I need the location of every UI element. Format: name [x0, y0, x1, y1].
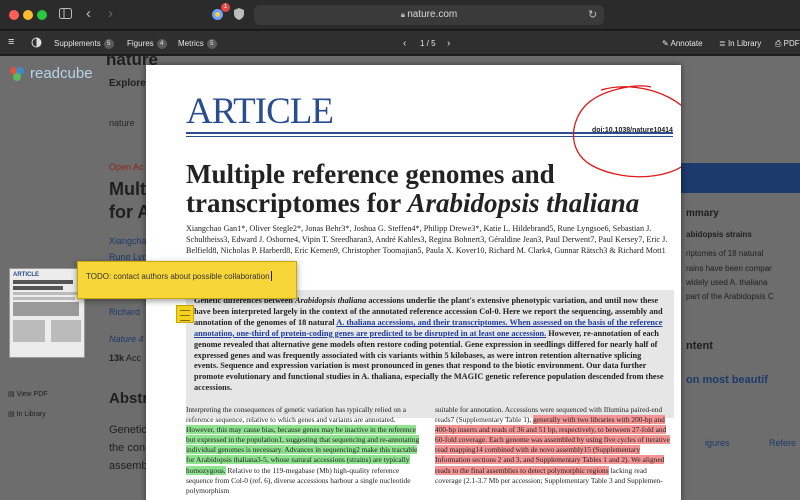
pdf-thumbnail[interactable]: ARTICLE — [9, 268, 85, 358]
bg-right-popular[interactable]: on most beautif — [686, 374, 768, 386]
readcube-logo: readcube — [9, 65, 93, 87]
document-icon: ▤ — [8, 391, 17, 398]
bg-accesses: 13k Acc — [109, 353, 141, 363]
bg-right-line-4: widely used A. thaliana — [686, 278, 768, 287]
tab-label: Metrics — [178, 39, 204, 48]
sidebar-toggle-icon[interactable] — [59, 8, 72, 22]
bg-author-1[interactable]: Xiangcha — [109, 236, 147, 246]
tab-metrics[interactable]: Metrics 5 — [178, 37, 217, 50]
browser-titlebar: ‹ › 1 🔒︎ nature.com ↻ — [0, 0, 800, 30]
in-library-label: In Library — [727, 39, 762, 48]
contrast-icon[interactable] — [31, 37, 42, 52]
thumb-line — [13, 297, 75, 300]
bg-open-access: Open Ac — [109, 162, 144, 172]
view-pdf-label: View PDF — [16, 391, 48, 398]
bg-title-2: for A — [109, 202, 151, 222]
shield-icon[interactable] — [234, 8, 244, 23]
tab-figures[interactable]: Figures 4 — [127, 37, 167, 50]
sticky-note-text[interactable]: TODO: contact authors about possible col… — [86, 272, 270, 281]
bg-breadcrumb[interactable]: nature — [109, 118, 135, 128]
bg-text-2: the con — [109, 442, 146, 454]
bg-text-3: assemb — [109, 460, 148, 472]
text-cursor — [270, 271, 272, 281]
bg-journal: Nature 4 — [109, 334, 144, 344]
thumb-line — [13, 280, 73, 284]
bg-accesses-label: Acc — [126, 353, 142, 363]
in-library-button[interactable]: ≣ In Library — [719, 37, 761, 50]
bg-accesses-count: 13k — [109, 353, 125, 363]
tab-count: 5 — [103, 39, 114, 49]
thumb-line — [13, 286, 63, 290]
bg-right-line-1: abidopsis strains — [686, 230, 752, 239]
logo-text: readcube — [30, 65, 93, 82]
menu-icon[interactable]: ≡ — [8, 36, 14, 49]
pdf-button[interactable]: ⎙ PDF — [775, 37, 800, 50]
tab-count: 5 — [206, 39, 217, 49]
prev-page-icon[interactable]: ‹ — [403, 37, 406, 50]
page-indicator: 1 / 5 — [420, 39, 436, 48]
tab-count: 4 — [156, 39, 167, 49]
download-icon: ⎙ — [775, 39, 784, 48]
bg-right-line-3: rains have been compar — [686, 264, 772, 273]
tab-label: Supplements — [54, 39, 101, 48]
tab-label: Figures — [127, 39, 154, 48]
bg-right-line-2: riptomes of 18 natural — [686, 249, 764, 258]
library-icon: ≣ — [719, 39, 728, 48]
in-library-link[interactable]: ▤ In Library — [8, 410, 46, 418]
bg-right-figures-tab[interactable]: igures — [705, 438, 730, 448]
bg-right-references-tab[interactable]: Refere — [769, 438, 796, 448]
thumb-line — [51, 320, 81, 342]
zoom-window-button[interactable] — [37, 10, 47, 20]
bg-title-1: Mult — [109, 179, 146, 199]
url-text: nature.com — [407, 9, 458, 20]
in-library-side-label: In Library — [16, 411, 46, 418]
thumb-article-label: ARTICLE — [13, 272, 39, 278]
library-icon: ▤ — [8, 411, 17, 418]
thumb-line — [13, 292, 78, 295]
note-pin-icon[interactable] — [176, 305, 194, 323]
view-pdf-link[interactable]: ▤ View PDF — [8, 390, 48, 398]
bg-right-line-5: part of the Arabidopsis C — [686, 292, 774, 301]
next-page-icon[interactable]: › — [447, 37, 450, 50]
close-window-button[interactable] — [9, 10, 19, 20]
back-icon[interactable]: ‹ — [86, 6, 91, 21]
annotate-button[interactable]: ✎ Annotate — [662, 37, 703, 50]
extension-badge: 1 — [221, 3, 230, 12]
bg-author-3[interactable]: Richard — [109, 307, 140, 317]
bg-explore-link[interactable]: Explore — [109, 78, 146, 89]
address-bar[interactable]: 🔒︎ nature.com — [254, 5, 604, 25]
bg-right-panel-band — [681, 163, 800, 193]
minimize-window-button[interactable] — [23, 10, 33, 20]
readcube-logo-icon — [10, 67, 24, 81]
bg-text-1: Genetic — [109, 424, 147, 436]
sticky-note[interactable]: TODO: contact authors about possible col… — [77, 261, 297, 299]
forward-icon[interactable]: › — [108, 6, 113, 21]
thumb-line — [13, 320, 45, 342]
thumb-line — [13, 302, 79, 316]
reload-icon[interactable]: ↻ — [588, 8, 597, 22]
bg-right-summary: mmary — [686, 208, 719, 219]
reader-toolbar: ≡ Supplements 5 Figures 4 Metrics 5 ‹ 1 / 5… — [0, 31, 800, 55]
bg-abstract-heading: Abstr — [109, 390, 149, 407]
bg-right-content: ntent — [686, 340, 713, 352]
tab-supplements[interactable]: Supplements 5 — [54, 37, 114, 50]
pdf-label: PDF — [783, 39, 800, 48]
annotate-label: Annotate — [670, 39, 703, 48]
